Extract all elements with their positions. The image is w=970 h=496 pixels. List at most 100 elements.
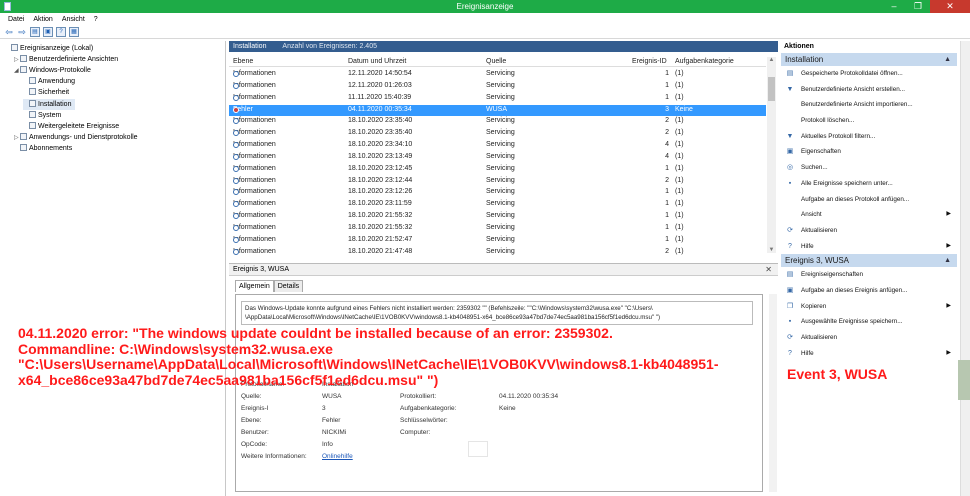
cell-aufgabenkategorie: (1) — [675, 200, 684, 208]
table-row[interactable]: Informationen 18.10.2020 21:55:32 Servicin… — [229, 211, 766, 223]
properties-icon[interactable]: ▣ — [43, 26, 53, 37]
tree-item[interactable]: Anwendung — [23, 76, 75, 87]
cell-datum: 18.10.2020 23:34:10 — [348, 141, 413, 149]
tree-item[interactable]: ▷ Benutzerdefinierte Ansichten — [14, 54, 118, 65]
tab-details[interactable]: Details — [273, 280, 304, 292]
table-row[interactable]: Informationen 18.10.2020 21:47:48 Servicin… — [229, 247, 766, 259]
navigation-tree: Ereignisanzeige (Lokal) ▷ Benutzerdefinier… — [0, 41, 226, 496]
table-row[interactable]: Informationen 11.11.2020 15:40:39 Servicin… — [229, 93, 766, 105]
cell-ebene: Informationen — [233, 236, 276, 243]
table-row[interactable]: Informationen 18.10.2020 23:34:10 Servicin… — [229, 140, 766, 152]
task-icon: ▣ — [786, 286, 794, 294]
action-item[interactable]: ▣ Eigenschaften — [781, 144, 957, 160]
action-item[interactable]: Ansicht ▶ — [781, 207, 957, 223]
col-ereignis-id[interactable]: Ereignis-ID — [632, 58, 667, 65]
cell-aufgabenkategorie: (1) — [675, 235, 684, 243]
cell-text: Informationen — [233, 235, 276, 243]
scroll-up-icon[interactable]: ▲ — [767, 57, 776, 63]
filter-icon: ▼ — [786, 85, 794, 93]
forward-arrow-icon[interactable]: ⇨ — [17, 27, 27, 37]
table-row[interactable]: Informationen 18.10.2020 23:12:44 Servicin… — [229, 176, 766, 188]
action-item[interactable]: ◎ Suchen... — [781, 160, 957, 176]
scroll-down-icon[interactable]: ▼ — [767, 247, 776, 253]
action-item[interactable]: ▼ Aktuelles Protokoll filtern... — [781, 129, 957, 145]
table-row[interactable]: Fehler 04.11.2020 00:35:34 WUSA 3 Keine — [229, 104, 766, 117]
cell-text: Informationen — [233, 81, 276, 89]
table-row[interactable]: Informationen 18.10.2020 23:12:45 Servicin… — [229, 164, 766, 176]
tree-item[interactable]: Installation — [23, 98, 76, 110]
col-aufgabenkategorie[interactable]: Aufgabenkategorie — [675, 58, 734, 65]
panel-icon[interactable]: ▦ — [69, 26, 79, 37]
close-detail-icon[interactable]: ✕ — [765, 264, 772, 276]
action-item[interactable]: ⟳ Aktualisieren — [781, 330, 957, 346]
tree-item[interactable]: Sicherheit — [23, 87, 69, 98]
cell-aufgabenkategorie: (1) — [675, 223, 684, 231]
folder-icon[interactable]: ▤ — [30, 26, 40, 37]
tree-item[interactable]: Weitergeleitete Ereignisse — [23, 121, 119, 132]
tree-item[interactable]: ▷ Anwendungs- und Dienstprotokolle — [14, 132, 138, 143]
table-row[interactable]: Informationen 12.11.2020 01:26:03 Servicin… — [229, 81, 766, 93]
action-item[interactable]: ? Hilfe ▶ — [781, 346, 957, 362]
action-item[interactable]: ▤ Ereigniseigenschaften — [781, 267, 957, 283]
menu-ansicht[interactable]: Ansicht — [62, 14, 85, 25]
tree-item[interactable]: System — [23, 110, 61, 121]
table-row[interactable]: Informationen 18.10.2020 23:35:40 Servicin… — [229, 116, 766, 128]
back-arrow-icon[interactable]: ⇦ — [4, 27, 14, 37]
tree-item[interactable]: Abonnements — [14, 143, 72, 154]
action-item[interactable]: Benutzerdefinierte Ansicht importieren..… — [781, 97, 957, 113]
table-row[interactable]: Informationen 18.10.2020 21:52:47 Servicin… — [229, 235, 766, 247]
col-ebene[interactable]: Ebene — [233, 58, 253, 65]
scroll-thumb[interactable] — [768, 77, 775, 101]
col-quelle[interactable]: Quelle — [486, 58, 506, 65]
cell-datum: 18.10.2020 23:35:40 — [348, 117, 413, 125]
cell-datum: 18.10.2020 23:12:45 — [348, 164, 413, 172]
cell-datum: 18.10.2020 23:11:59 — [348, 200, 412, 208]
actions-section-event[interactable]: Ereignis 3, WUSA ▲ — [781, 254, 957, 268]
action-item[interactable]: ▪ Alle Ereignisse speichern unter... — [781, 176, 957, 192]
action-item[interactable]: ▣ Aufgabe an dieses Ereignis anfügen... — [781, 283, 957, 299]
event-message[interactable]: Das Windows-Update konnte aufgrund eines… — [241, 301, 753, 325]
action-item[interactable]: ▤ Gespeicherte Protokolldatei öffnen... — [781, 66, 957, 82]
table-row[interactable]: Informationen 18.10.2020 21:55:32 Servicin… — [229, 223, 766, 235]
tab-allgemein[interactable]: Allgemein — [235, 280, 274, 292]
table-row[interactable]: Informationen 18.10.2020 23:13:49 Servicin… — [229, 152, 766, 164]
action-item[interactable]: ▪ Ausgewählte Ereignisse speichern... — [781, 314, 957, 330]
actions-section-installation[interactable]: Installation ▲ — [781, 53, 957, 66]
folder-icon: ▤ — [786, 70, 794, 77]
onlinehilfe-link[interactable]: Onlinehilfe — [322, 453, 353, 460]
tree-item[interactable]: ◢ Windows-Protokolle — [14, 65, 91, 76]
action-item[interactable]: ⟳ Aktualisieren — [781, 223, 957, 239]
actions-pane: Aktionen Installation ▲ ▤ Gespeicherte Pr… — [781, 41, 957, 496]
cell-quelle: Servicing — [486, 70, 515, 77]
close-button[interactable]: ✕ — [930, 0, 970, 13]
col-datum[interactable]: Datum und Uhrzeit — [348, 58, 406, 65]
table-row[interactable]: Informationen 18.10.2020 23:11:59 Servicin… — [229, 199, 766, 211]
menu-datei[interactable]: Datei — [8, 14, 24, 25]
action-item[interactable]: Protokoll löschen... — [781, 113, 957, 129]
log-icon — [29, 88, 36, 96]
table-row[interactable]: Informationen 18.10.2020 23:35:40 Servicin… — [229, 128, 766, 140]
menu-help[interactable]: ? — [94, 14, 98, 25]
collapse-caret-icon[interactable]: ▲ — [944, 254, 951, 267]
action-item[interactable]: ❐ Kopieren ▶ — [781, 299, 957, 315]
detail-scrollbar[interactable] — [769, 294, 777, 492]
cell-ereignis-id: 1 — [665, 188, 669, 196]
submenu-arrow-icon: ▶ — [946, 349, 951, 356]
help-icon[interactable]: ? — [56, 26, 66, 37]
action-item[interactable]: Aufgabe an dieses Protokoll anfügen... — [781, 192, 957, 208]
actions-scrollbar[interactable] — [960, 41, 970, 496]
find-icon: ◎ — [786, 164, 794, 172]
event-list-scrollbar[interactable]: ▲ ▼ — [767, 57, 776, 253]
tree-item[interactable]: Ereignisanzeige (Lokal) — [5, 43, 93, 54]
cell-quelle: Servicing — [486, 200, 515, 208]
table-row[interactable]: Informationen 18.10.2020 23:12:26 Servicin… — [229, 187, 766, 199]
collapse-caret-icon[interactable]: ▲ — [944, 53, 951, 66]
action-item[interactable]: ? Hilfe ▶ — [781, 239, 957, 255]
maximize-button[interactable]: ❐ — [906, 0, 930, 13]
minimize-button[interactable]: – — [882, 0, 906, 13]
menu-aktion[interactable]: Aktion — [33, 14, 52, 25]
action-item[interactable]: ▼ Benutzerdefinierte Ansicht erstellen... — [781, 82, 957, 98]
table-row[interactable]: Informationen 12.11.2020 14:50:54 Servicin… — [229, 69, 766, 81]
log-icon — [29, 99, 36, 107]
log-icon — [20, 132, 27, 140]
